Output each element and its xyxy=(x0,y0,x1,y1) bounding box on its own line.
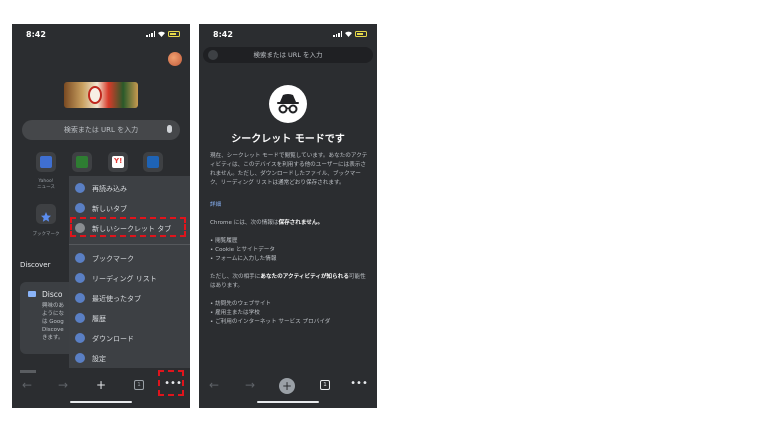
shortcut-tile-yahoo[interactable]: Y! xyxy=(108,152,128,172)
menu-item-label: 再読み込み xyxy=(92,185,127,193)
incognito-intro-text: 現在、シークレット モードで閲覧しています。あなたのアクティビティは、このデバイ… xyxy=(210,153,368,186)
not-saved-heading: Chrome には、次の情報は保存されません。 xyxy=(210,220,324,226)
battery-icon xyxy=(168,31,180,37)
highlight-box xyxy=(158,370,184,396)
list-icon xyxy=(75,273,85,283)
discover-heading: Discover xyxy=(20,261,51,269)
google-doodle[interactable] xyxy=(64,82,138,108)
yahoo-icon: Y! xyxy=(112,156,124,168)
bottom-toolbar: ← → + 1 ••• xyxy=(12,370,190,408)
shortcut-tile[interactable] xyxy=(72,152,92,172)
menu-item-downloads[interactable]: ダウンロード xyxy=(69,328,190,348)
discover-card-text: 興味のあ ようにな は Goog Discove きます。 xyxy=(42,303,65,341)
star-icon xyxy=(75,253,85,263)
new-tab-icon xyxy=(75,203,85,213)
shortcut-tile-bookmarks[interactable] xyxy=(36,204,56,224)
download-icon xyxy=(75,333,85,343)
menu-item-reload[interactable]: 再読み込み xyxy=(69,178,190,198)
back-icon[interactable]: ← xyxy=(205,378,223,392)
menu-item-label: 設定 xyxy=(92,355,106,363)
avatar[interactable] xyxy=(168,52,182,66)
more-options-icon[interactable]: ••• xyxy=(350,378,368,389)
menu-item-label: 最近使ったタブ xyxy=(92,295,141,303)
tab-switcher-button[interactable]: 1 xyxy=(134,380,144,390)
search-input[interactable]: 検索または URL を入力 xyxy=(22,120,180,140)
page-title: シークレット モードです xyxy=(231,134,345,145)
not-saved-list: • 閲覧履歴 • Cookie とサイトデータ • フォームに入力した情報 xyxy=(210,237,276,264)
back-icon[interactable]: ← xyxy=(18,378,36,392)
incognito-logo-icon xyxy=(269,85,307,123)
home-indicator xyxy=(257,400,319,403)
menu-item-label: ダウンロード xyxy=(92,335,134,343)
reload-icon xyxy=(75,183,85,193)
shortcut-tile-yahoo-news[interactable] xyxy=(36,152,56,172)
site-favicon-icon xyxy=(76,156,88,168)
list-item: • Cookie とサイトデータ xyxy=(210,247,275,253)
status-time: 8:42 xyxy=(26,30,46,39)
list-item: • 閲覧履歴 xyxy=(210,238,238,244)
visible-list: • 訪問先のウェブサイト • 雇用主または学校 • ご利用のインターネット サー… xyxy=(210,300,330,327)
menu-item-settings[interactable]: 設定 xyxy=(69,348,190,368)
yahoo-news-icon xyxy=(40,156,52,168)
shortcut-label: ブックマーク xyxy=(32,232,60,237)
menu-item-bookmarks[interactable]: ブックマーク xyxy=(69,248,190,268)
incognito-icon xyxy=(208,50,218,60)
tab-switcher-button[interactable]: 1 xyxy=(320,380,330,390)
signal-icon xyxy=(146,31,155,37)
news-icon xyxy=(28,291,36,297)
status-bar: 8:42 xyxy=(12,24,190,44)
menu-item-recent-tabs[interactable]: 最近使ったタブ xyxy=(69,288,190,308)
menu-item-new-tab[interactable]: 新しいタブ xyxy=(69,198,190,218)
gear-icon xyxy=(75,353,85,363)
menu-item-reading-list[interactable]: リーディング リスト xyxy=(69,268,190,288)
phone-screen-incognito: 8:42 検索または URL を入力 シークレット モードです 現在、シークレッ… xyxy=(199,24,377,408)
star-icon xyxy=(40,208,52,222)
visible-heading: ただし、次の相手にあなたのアクティビティが知られる可能性はあります。 xyxy=(210,274,366,289)
forward-icon[interactable]: → xyxy=(54,378,72,392)
menu-item-history[interactable]: 履歴 xyxy=(69,308,190,328)
highlight-box xyxy=(70,217,186,237)
menu-item-label: リーディング リスト xyxy=(92,275,157,283)
details-link[interactable]: 詳細 xyxy=(210,200,221,208)
wifi-icon xyxy=(345,31,352,37)
list-item: • ご利用のインターネット サービス プロバイダ xyxy=(210,319,331,325)
list-item: • 訪問先のウェブサイト xyxy=(210,301,272,307)
menu-divider xyxy=(69,244,190,245)
partial-text xyxy=(20,370,36,373)
phone-screen-chrome-menu: 8:42 検索または URL を入力 Yahoo! ニュース Y! ブックマーク… xyxy=(12,24,190,408)
search-placeholder: 検索または URL を入力 xyxy=(63,126,139,134)
overflow-menu: 再読み込み 新しいタブ 新しいシークレット タブ ブックマーク リーディング リ… xyxy=(69,176,190,368)
forward-icon[interactable]: → xyxy=(241,378,259,392)
status-time: 8:42 xyxy=(213,30,233,39)
menu-item-label: 履歴 xyxy=(92,315,106,323)
list-item: • フォームに入力した情報 xyxy=(210,256,277,262)
history-icon xyxy=(75,313,85,323)
site-favicon-icon xyxy=(147,156,159,168)
shortcut-label: Yahoo! ニュース xyxy=(37,179,55,190)
menu-item-label: 新しいタブ xyxy=(92,205,127,213)
shortcut-tile[interactable] xyxy=(143,152,163,172)
home-indicator xyxy=(70,400,132,403)
bottom-toolbar: ← → + 1 ••• xyxy=(199,374,377,408)
recent-tabs-icon xyxy=(75,293,85,303)
signal-icon xyxy=(333,31,342,37)
list-item: • 雇用主または学校 xyxy=(210,310,260,316)
search-input[interactable]: 検索または URL を入力 xyxy=(203,47,373,63)
status-bar: 8:42 xyxy=(199,24,377,44)
wifi-icon xyxy=(158,31,165,37)
search-placeholder: 検索または URL を入力 xyxy=(253,51,323,59)
battery-icon xyxy=(355,31,367,37)
menu-item-label: ブックマーク xyxy=(92,255,134,263)
new-tab-plus-icon[interactable]: + xyxy=(92,378,110,392)
microphone-icon[interactable] xyxy=(167,125,172,133)
new-tab-plus-icon[interactable]: + xyxy=(279,378,295,394)
discover-card-title: Disco xyxy=(42,290,63,299)
